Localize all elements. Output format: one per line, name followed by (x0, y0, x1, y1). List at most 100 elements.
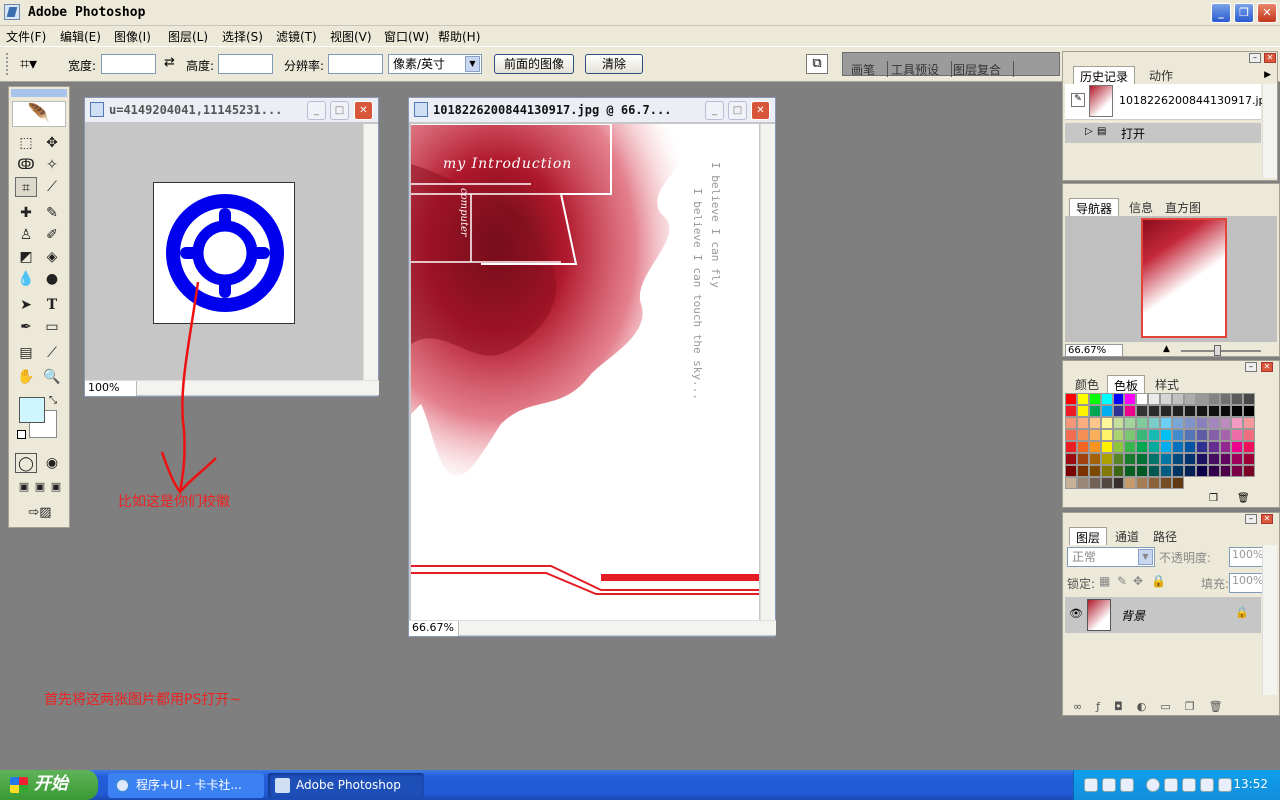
color-swatch[interactable] (1112, 393, 1125, 405)
eyedropper-tool-icon[interactable]: ⟋ (41, 343, 63, 363)
color-swatch[interactable] (1207, 441, 1220, 453)
color-swatch[interactable] (1183, 453, 1196, 465)
volume-icon[interactable] (1218, 778, 1232, 792)
color-swatch[interactable] (1148, 441, 1161, 453)
color-swatch[interactable] (1065, 393, 1077, 405)
color-swatch[interactable] (1183, 393, 1196, 405)
color-swatch[interactable] (1124, 429, 1137, 441)
navigator-preview[interactable] (1065, 216, 1277, 342)
color-swatch[interactable] (1160, 429, 1173, 441)
horizontal-scrollbar[interactable]: 66.67% (409, 620, 776, 636)
delete-swatch-icon[interactable]: 🗑 (1237, 493, 1250, 504)
menu-edit[interactable]: 编辑(E) (60, 28, 101, 45)
color-swatch[interactable] (1195, 405, 1208, 417)
color-swatch[interactable] (1219, 465, 1232, 477)
color-swatch[interactable] (1172, 465, 1184, 477)
color-swatch[interactable] (1148, 417, 1161, 429)
vertical-scrollbar[interactable] (760, 124, 775, 620)
palette-close-button[interactable]: ✕ (1261, 362, 1273, 372)
color-swatch[interactable] (1172, 453, 1184, 465)
color-swatch[interactable] (1231, 429, 1244, 441)
doc-maximize-button[interactable]: □ (330, 101, 349, 120)
tab-channels[interactable]: 通道 (1109, 527, 1145, 545)
color-swatch[interactable] (1136, 465, 1149, 477)
color-swatch[interactable] (1100, 465, 1113, 477)
color-swatch[interactable] (1195, 465, 1208, 477)
color-swatch[interactable] (1100, 429, 1113, 441)
palette-minimize-button[interactable]: – (1245, 514, 1257, 524)
color-swatch[interactable] (1183, 465, 1196, 477)
color-swatch[interactable] (1088, 429, 1101, 441)
marquee-tool-icon[interactable]: ⬚ (15, 133, 37, 153)
front-image-button[interactable]: 前面的图像 (494, 54, 574, 74)
tab-paths[interactable]: 路径 (1147, 527, 1183, 545)
feather-logo-icon[interactable]: 🪶 (12, 101, 66, 127)
resolution-input[interactable] (328, 54, 383, 74)
color-swatch[interactable] (1136, 477, 1149, 489)
zoom-level[interactable]: 100% (85, 381, 137, 396)
color-swatch[interactable] (1172, 405, 1184, 417)
color-swatch[interactable] (1136, 393, 1149, 405)
lock-transparency-icon[interactable]: ▦ (1099, 574, 1110, 588)
color-swatch[interactable] (1243, 417, 1256, 429)
jump-to-imageready-icon[interactable]: ⇨▨ (17, 503, 63, 523)
lasso-tool-icon[interactable]: ↂ (15, 155, 37, 175)
clone-stamp-tool-icon[interactable]: ♙ (15, 225, 37, 245)
color-swatch[interactable] (1088, 417, 1101, 429)
keyboard-icon[interactable] (1084, 778, 1098, 792)
clear-button[interactable]: 清除 (585, 54, 643, 74)
palette-minimize-button[interactable]: – (1249, 53, 1261, 63)
color-swatch[interactable] (1148, 393, 1161, 405)
color-swatch[interactable] (1112, 417, 1125, 429)
color-swatch[interactable] (1136, 417, 1149, 429)
color-swatch[interactable] (1243, 453, 1256, 465)
color-swatch[interactable] (1136, 429, 1149, 441)
menu-select[interactable]: 选择(S) (222, 28, 263, 45)
horizontal-scrollbar[interactable]: 100% (85, 380, 379, 396)
close-button[interactable]: ✕ (1257, 3, 1277, 23)
color-swatch[interactable] (1112, 429, 1125, 441)
type-tool-icon[interactable]: T (41, 295, 63, 315)
slider-thumb[interactable] (1214, 345, 1221, 356)
color-swatch[interactable] (1195, 393, 1208, 405)
layer-row-background[interactable]: 👁 背景 🔒 (1065, 597, 1261, 633)
color-swatch[interactable] (1088, 477, 1101, 489)
color-swatch[interactable] (1076, 477, 1089, 489)
lock-pixels-icon[interactable]: ✎ (1117, 574, 1127, 588)
move-tool-icon[interactable]: ✥ (41, 133, 63, 153)
color-swatch[interactable] (1065, 429, 1077, 441)
color-swatch[interactable] (1219, 429, 1232, 441)
color-swatch[interactable] (1065, 441, 1077, 453)
quick-mask-mode-icon[interactable]: ◉ (41, 453, 63, 473)
color-swatch[interactable] (1231, 441, 1244, 453)
menu-window[interactable]: 窗口(W) (384, 28, 429, 45)
color-swatch[interactable] (1100, 441, 1113, 453)
tab-info[interactable]: 信息 (1123, 198, 1159, 216)
color-swatch[interactable] (1172, 417, 1184, 429)
tab-styles[interactable]: 样式 (1149, 375, 1185, 393)
navigator-view-box[interactable] (1141, 218, 1227, 338)
notes-tool-icon[interactable]: ▤ (15, 343, 37, 363)
tab-navigator[interactable]: 导航器 (1069, 198, 1120, 216)
palette-minimize-button[interactable]: – (1245, 362, 1257, 372)
color-swatch[interactable] (1124, 405, 1137, 417)
color-swatch[interactable] (1195, 429, 1208, 441)
rectangle-tool-icon[interactable]: ▭ (41, 317, 63, 337)
color-swatch[interactable] (1124, 393, 1137, 405)
history-scrollbar[interactable] (1262, 84, 1277, 178)
color-swatch[interactable] (1065, 405, 1077, 417)
doc-maximize-button[interactable]: □ (728, 101, 747, 120)
color-swatch[interactable] (1112, 453, 1125, 465)
pen-tool-icon[interactable]: ✒ (15, 317, 37, 337)
color-swatch[interactable] (1124, 453, 1137, 465)
foreground-color-swatch[interactable] (19, 397, 45, 423)
menu-view[interactable]: 视图(V) (330, 28, 372, 45)
color-swatch[interactable] (1076, 429, 1089, 441)
tab-histogram[interactable]: 直方图 (1159, 198, 1207, 216)
task-photoshop[interactable]: Adobe Photoshop (268, 773, 424, 798)
tray-arrow-icon[interactable] (1146, 778, 1160, 792)
history-snapshot-row[interactable]: ✎ 1018226200844130917.jpg (1065, 84, 1273, 120)
tray-app-icon[interactable] (1120, 778, 1134, 792)
color-swatch[interactable] (1231, 453, 1244, 465)
palette-well-icon[interactable]: ⧉ (806, 54, 828, 74)
